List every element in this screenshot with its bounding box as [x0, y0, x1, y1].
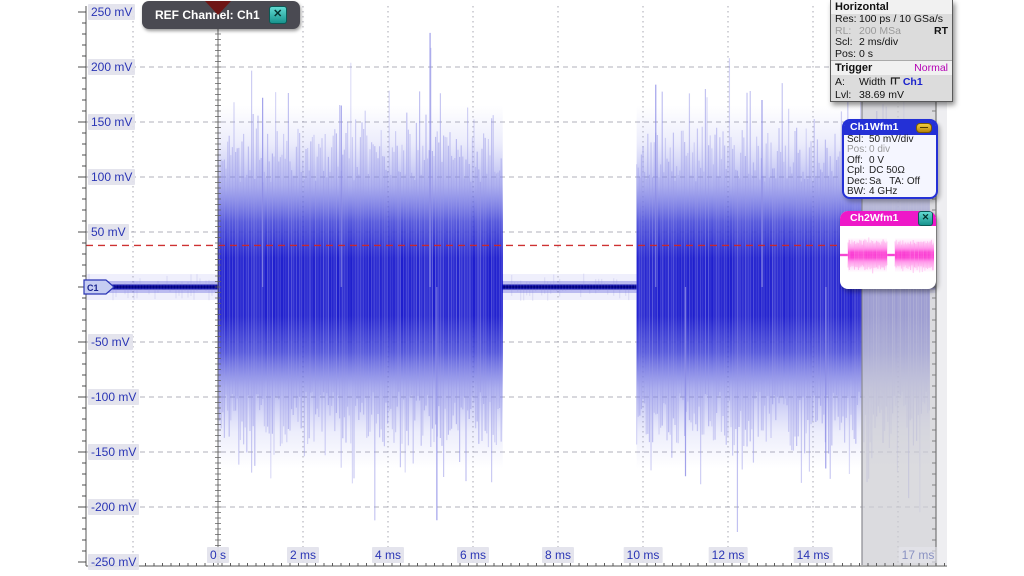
realtime-badge: RT	[934, 26, 948, 38]
trigger-mode-badge: Normal	[914, 62, 948, 74]
minimize-icon[interactable]	[916, 123, 932, 133]
position-row: Pos: 0 s	[831, 49, 952, 61]
ch1-waveform-panel-header[interactable]: Ch1Wfm1	[844, 121, 936, 135]
trigger-position-marker-icon[interactable]	[205, 1, 231, 15]
trigger-panel-header: Trigger Normal	[831, 60, 952, 75]
trigger-panel-title: Trigger	[835, 62, 872, 74]
ch1-panel-row: BW:4 GHz	[844, 187, 936, 197]
horizontal-trigger-panel[interactable]: Horizontal Res: 100 ps / 10 GSa/s RL: 20…	[830, 0, 953, 102]
ch2-waveform-panel[interactable]: Ch2Wfm1 ✕	[840, 211, 936, 289]
ch2-waveform-panel-header[interactable]: Ch2Wfm1 ✕	[840, 211, 936, 226]
ch1-waveform-panel[interactable]: Ch1Wfm1 Scl:50 mV/divPos:0 divOff:0 VCpl…	[842, 119, 938, 199]
ch2-panel-title: Ch2Wfm1	[850, 211, 898, 226]
width-trigger-icon	[890, 75, 901, 90]
ch1-panel-rows: Scl:50 mV/divPos:0 divOff:0 VCpl:DC 50ΩD…	[844, 135, 936, 197]
trigger-level-row: Lvl: 38.69 mV	[831, 90, 952, 102]
trigger-a-row: A: Width Ch1	[831, 75, 952, 90]
ch2-waveform-thumbnail	[840, 226, 934, 284]
resolution-row: Res: 100 ps / 10 GSa/s	[831, 14, 952, 26]
horizontal-panel-title: Horizontal	[835, 1, 889, 13]
scale-row: Scl: 2 ms/div	[831, 37, 952, 49]
horizontal-panel-header: Horizontal	[831, 0, 952, 14]
close-icon[interactable]: ✕	[918, 211, 933, 226]
close-icon[interactable]: ✕	[269, 6, 287, 24]
svg-text:C1: C1	[87, 283, 99, 293]
trigger-source: Ch1	[903, 77, 923, 89]
ch1-panel-title: Ch1Wfm1	[850, 121, 898, 134]
oscilloscope-screen: C1 250 mV200 mV150 mV100 mV50 mV-50 mV-1…	[0, 0, 1024, 576]
